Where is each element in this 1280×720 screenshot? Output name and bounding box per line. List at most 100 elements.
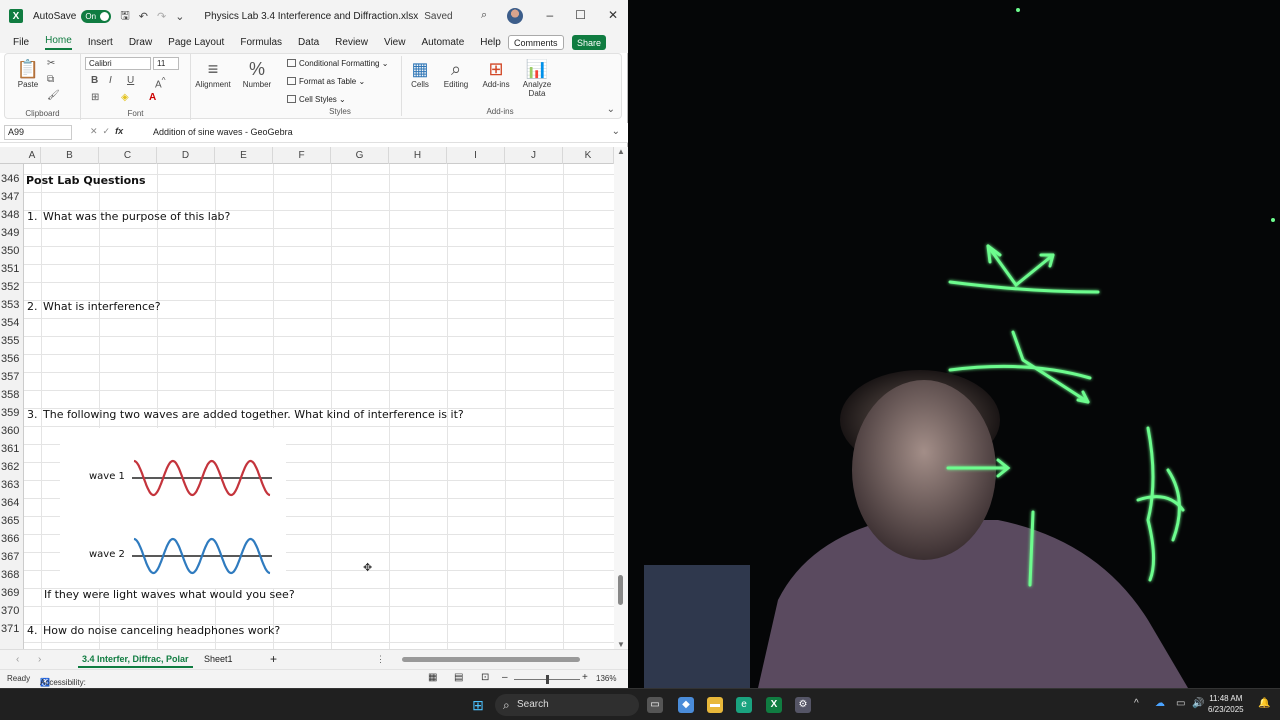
alignment-button[interactable]: ≡ Alignment [193, 58, 233, 89]
format-painter-icon[interactable]: 🖌 [47, 90, 60, 101]
row-header[interactable]: 359 [0, 407, 24, 419]
edge-browser-icon[interactable]: e [736, 697, 752, 713]
menu-page-layout[interactable]: Page Layout [168, 37, 224, 48]
save-icon[interactable]: 🖫 [120, 7, 129, 26]
row-header[interactable]: 347 [0, 191, 24, 203]
zoom-level[interactable]: 136% [596, 674, 616, 683]
menu-insert[interactable]: Insert [88, 37, 113, 48]
row-header[interactable]: 348 [0, 209, 24, 221]
cells-button[interactable]: ▦ Cells [405, 58, 435, 89]
conditional-formatting-button[interactable]: Conditional Formatting ⌄ [287, 59, 388, 68]
taskbar-clock[interactable]: 11:48 AM 6/23/2025 [1208, 693, 1244, 715]
excel-taskbar-icon[interactable]: X [766, 697, 782, 713]
row-header[interactable]: 368 [0, 569, 24, 581]
undo-icon[interactable]: ↶ [139, 10, 148, 23]
row-header[interactable]: 357 [0, 371, 24, 383]
column-header[interactable]: J [505, 147, 563, 164]
font-size-select[interactable]: 11 [153, 57, 179, 70]
row-header[interactable]: 354 [0, 317, 24, 329]
share-button[interactable]: Share [572, 35, 607, 50]
row-header[interactable]: 358 [0, 389, 24, 401]
tray-overflow-icon[interactable]: ^ [1134, 698, 1139, 709]
menu-view[interactable]: View [384, 37, 406, 48]
row-header[interactable]: 360 [0, 425, 24, 437]
row-header[interactable]: 355 [0, 335, 24, 347]
row-header[interactable]: 346 [0, 173, 24, 185]
column-header[interactable]: I [447, 147, 505, 164]
zoom-out-icon[interactable]: – [502, 672, 508, 683]
network-icon[interactable]: ▭ [1176, 698, 1185, 709]
zoom-in-icon[interactable]: + [582, 672, 588, 683]
menu-file[interactable]: File [13, 37, 29, 48]
page-break-view-icon[interactable]: ⊡ [481, 672, 489, 683]
fx-icon[interactable]: fx [115, 126, 123, 136]
font-name-select[interactable]: Calibri [85, 57, 151, 70]
increase-font-icon[interactable]: A^ [155, 75, 166, 90]
column-header[interactable]: B [41, 147, 99, 164]
menu-review[interactable]: Review [335, 37, 368, 48]
file-explorer-icon[interactable]: ▬ [707, 697, 723, 713]
collapse-ribbon-icon[interactable]: ⌄ [607, 104, 615, 115]
menu-home[interactable]: Home [45, 35, 72, 50]
onedrive-icon[interactable]: ☁ [1155, 698, 1165, 709]
row-header[interactable]: 353 [0, 299, 24, 311]
column-header[interactable]: F [273, 147, 331, 164]
menu-draw[interactable]: Draw [129, 37, 152, 48]
zoom-slider-thumb[interactable] [546, 675, 549, 684]
number-button[interactable]: % Number [241, 58, 273, 89]
wave-diagram-image[interactable]: wave 1 wave 2 [60, 428, 286, 588]
row-header[interactable]: 371 [0, 623, 24, 635]
column-header[interactable]: H [389, 147, 447, 164]
scroll-up-icon[interactable]: ▲ [617, 147, 625, 156]
minimize-icon[interactable]: – [546, 8, 553, 22]
column-header[interactable]: G [331, 147, 389, 164]
row-header[interactable]: 367 [0, 551, 24, 563]
borders-icon[interactable]: ⊞ [91, 92, 99, 103]
row-header[interactable]: 366 [0, 533, 24, 545]
save-status[interactable]: Saved [424, 11, 452, 22]
sheet-tab-sheet1[interactable]: Sheet1 [200, 652, 237, 666]
row-header[interactable]: 361 [0, 443, 24, 455]
sheet-tab-active[interactable]: 3.4 Interfer, Diffrac, Polar [78, 652, 193, 668]
menu-data[interactable]: Data [298, 37, 319, 48]
avatar[interactable] [507, 8, 523, 24]
next-sheet-icon[interactable]: › [38, 654, 41, 665]
task-view-icon[interactable]: ▭ [647, 697, 663, 713]
row-header[interactable]: 351 [0, 263, 24, 275]
paste-button[interactable]: 📋 Paste [13, 58, 43, 89]
menu-help[interactable]: Help [480, 37, 501, 48]
row-header[interactable]: 364 [0, 497, 24, 509]
column-header[interactable]: C [99, 147, 157, 164]
settings-icon[interactable]: ⚙ [795, 697, 811, 713]
copy-icon[interactable]: ⧉ [47, 74, 54, 85]
windows-start-icon[interactable]: ⊞ [470, 697, 486, 713]
search-icon[interactable]: ⌕ [481, 9, 487, 22]
add-sheet-button[interactable]: + [266, 650, 281, 668]
formula-content[interactable]: Addition of sine waves - GeoGebra [153, 127, 293, 137]
customize-qat-icon[interactable]: ⌄ [175, 10, 184, 23]
underline-button[interactable]: U [127, 75, 134, 86]
horizontal-scrollbar[interactable] [396, 656, 612, 663]
notifications-icon[interactable]: 🔔 [1258, 698, 1270, 709]
name-box[interactable]: A99 [4, 125, 72, 140]
row-header[interactable]: 352 [0, 281, 24, 293]
row-header[interactable]: 363 [0, 479, 24, 491]
row-header[interactable]: 365 [0, 515, 24, 527]
row-header[interactable]: 350 [0, 245, 24, 257]
font-color-icon[interactable]: A [149, 92, 156, 103]
row-header[interactable]: 369 [0, 587, 24, 599]
vertical-scrollbar[interactable]: ▲ ▼ [614, 147, 628, 649]
tab-splitter-icon[interactable]: ⋮ [376, 654, 385, 665]
taskbar-search[interactable]: Search [495, 694, 639, 716]
volume-icon[interactable]: 🔊 [1192, 698, 1204, 709]
copilot-icon[interactable]: ◆ [678, 697, 694, 713]
column-header[interactable]: A [24, 147, 41, 164]
analyze-data-button[interactable]: 📊 Analyze Data [519, 58, 555, 98]
page-layout-view-icon[interactable]: ▤ [454, 672, 463, 683]
maximize-icon[interactable]: ☐ [575, 8, 586, 22]
italic-button[interactable]: I [109, 75, 112, 86]
autosave-toggle[interactable]: On [81, 9, 112, 23]
menu-formulas[interactable]: Formulas [240, 37, 282, 48]
row-header[interactable]: 356 [0, 353, 24, 365]
menu-automate[interactable]: Automate [421, 37, 464, 48]
